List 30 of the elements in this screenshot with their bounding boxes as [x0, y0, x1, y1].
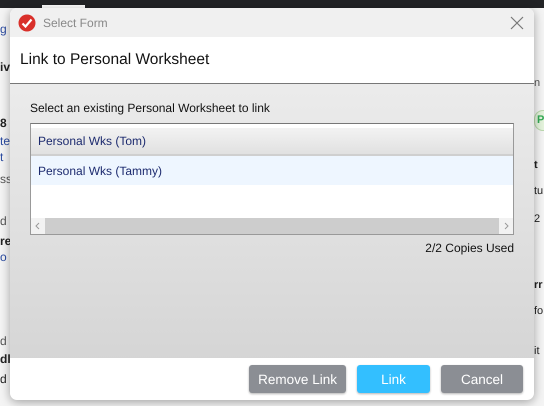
background-text: n [534, 76, 540, 91]
background-text: 2 [534, 212, 540, 227]
dialog-button[interactable]: Link [356, 365, 430, 393]
horizontal-scrollbar[interactable] [31, 218, 513, 234]
background-text: iv [0, 60, 10, 75]
dialog-button[interactable]: Remove Link [249, 365, 346, 393]
worksheet-item[interactable]: Personal Wks (Tom) [31, 128, 513, 156]
worksheet-item[interactable]: Personal Wks (Tammy) [31, 156, 513, 185]
background-text: t [534, 158, 538, 173]
background-text: d [0, 334, 7, 349]
copies-used-text: 2/2 Copies Used [425, 241, 514, 255]
background-text: it [534, 344, 540, 359]
background-text: dl [0, 352, 11, 367]
window-title: Select Form [43, 16, 109, 30]
background-text: d [0, 214, 7, 229]
background-text: d [0, 372, 7, 387]
background-text: fo [534, 304, 544, 319]
background-text: tu [534, 184, 544, 199]
background-text: rr [534, 278, 543, 293]
close-icon[interactable] [510, 16, 524, 30]
instruction-text: Select an existing Personal Worksheet to link [30, 101, 271, 115]
background-text: t [0, 150, 4, 165]
background-badge: P [534, 110, 544, 131]
background-text: o [0, 250, 7, 265]
background-text: te [0, 134, 10, 149]
checkmark-icon [18, 14, 36, 32]
background-text: g [0, 22, 7, 37]
dialog-button[interactable]: Cancel [440, 365, 523, 393]
background-text: 8 [0, 116, 7, 131]
dialog-heading: Link to Personal Worksheet [20, 51, 210, 69]
